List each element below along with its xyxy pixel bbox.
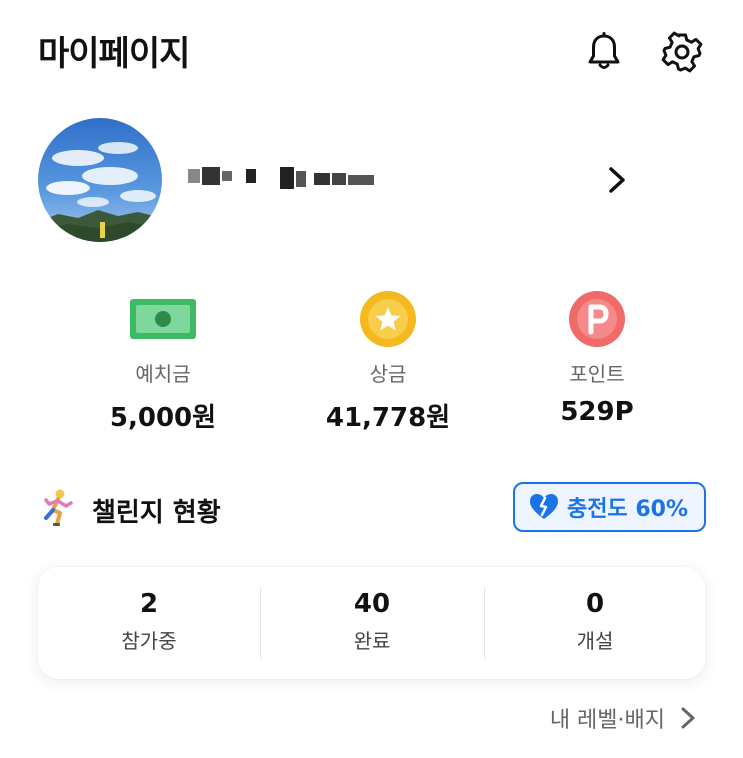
charge-badge[interactable]: 충전도 60% xyxy=(512,482,706,532)
blurred-name-mask xyxy=(188,165,388,195)
chevron-right-icon xyxy=(681,707,695,729)
prize-value: 41,778원 xyxy=(325,403,451,433)
point-value: 529P xyxy=(560,397,634,427)
deposit-stat[interactable]: 예치금 5,000원 xyxy=(63,288,263,434)
prize-stat[interactable]: 상금 41,778원 xyxy=(288,288,488,434)
charge-label: 충전도 60% xyxy=(566,497,688,522)
header: 마이페이지 xyxy=(0,0,743,100)
cash-icon xyxy=(63,288,263,350)
challenge-title: 챌린지 현황 xyxy=(92,498,221,528)
chevron-right-icon xyxy=(609,167,625,193)
broken-heart-icon xyxy=(529,494,558,519)
challenge-header: 챌린지 현황 충전도 60% xyxy=(38,480,706,540)
profile-section xyxy=(38,118,718,244)
challenge-stats-card: 2 참가중 40 완료 0 개설 xyxy=(38,567,705,679)
profile-name-link[interactable] xyxy=(188,160,628,200)
participating-stat[interactable]: 2 참가중 xyxy=(38,567,260,679)
created-count: 0 xyxy=(585,589,605,619)
balance-stats: 예치금 5,000원 상금 41,778원 포인트 529P xyxy=(60,288,700,438)
level-badge-label: 내 레벨·배지 xyxy=(549,708,665,733)
participating-count: 2 xyxy=(139,589,159,619)
completed-label: 완료 xyxy=(353,629,391,653)
gear-icon[interactable] xyxy=(660,30,704,74)
participating-label: 참가중 xyxy=(121,629,177,653)
avatar[interactable] xyxy=(38,118,162,242)
page-title: 마이페이지 xyxy=(38,34,190,74)
star-coin-icon xyxy=(288,288,488,350)
point-stat[interactable]: 포인트 529P xyxy=(497,288,697,427)
level-badge-link[interactable]: 내 레벨·배지 xyxy=(550,702,697,734)
point-label: 포인트 xyxy=(569,362,625,386)
completed-stat[interactable]: 40 완료 xyxy=(261,567,483,679)
runner-icon xyxy=(44,489,73,526)
bell-icon[interactable] xyxy=(582,30,626,74)
deposit-value: 5,000원 xyxy=(109,403,217,433)
deposit-label: 예치금 xyxy=(135,362,191,386)
prize-label: 상금 xyxy=(369,362,407,386)
created-stat[interactable]: 0 개설 xyxy=(484,567,706,679)
completed-count: 40 xyxy=(353,589,391,619)
created-label: 개설 xyxy=(576,629,614,653)
point-coin-icon xyxy=(497,288,697,350)
